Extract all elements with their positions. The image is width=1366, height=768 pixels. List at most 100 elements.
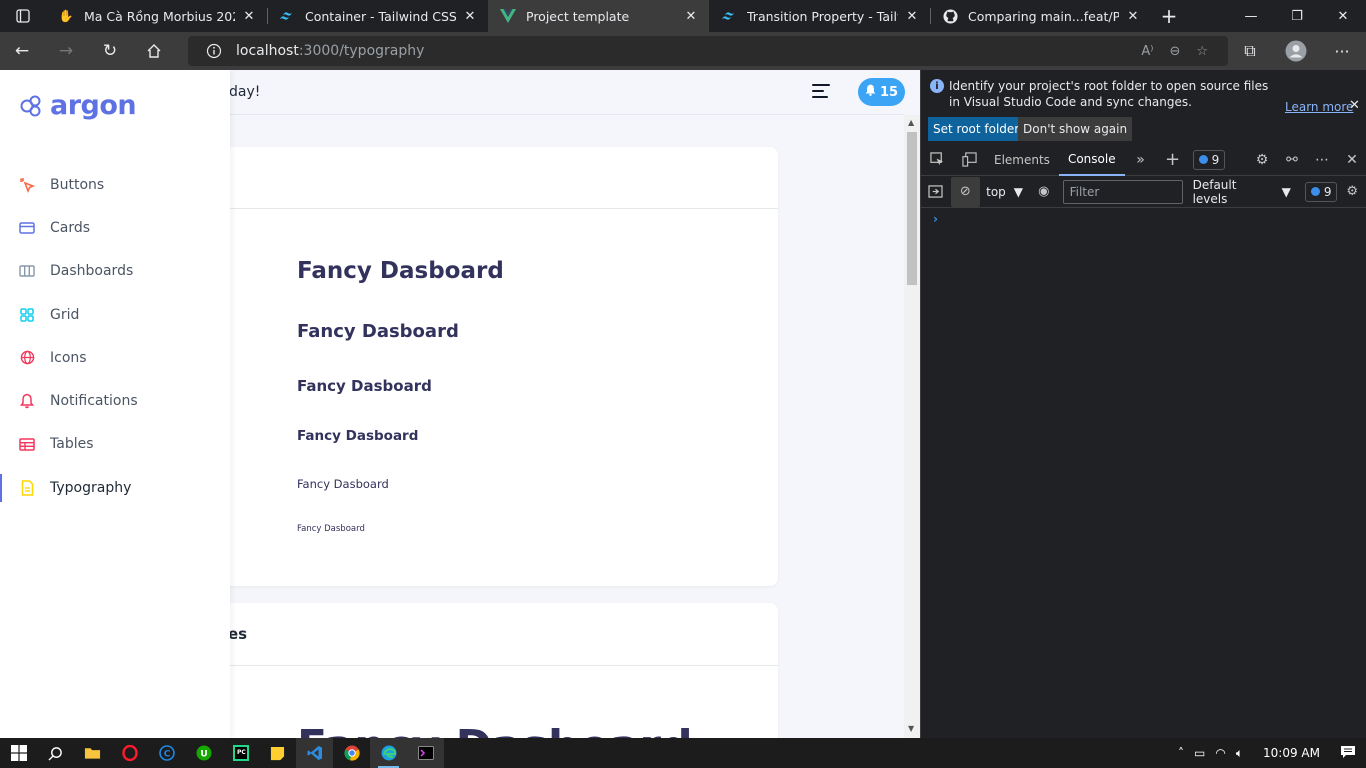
read-aloud-icon[interactable]: A⁾: [1141, 44, 1153, 59]
greeting-text: day!: [229, 84, 261, 100]
plus-icon[interactable]: +: [1157, 144, 1189, 176]
tab-console[interactable]: Console: [1058, 144, 1125, 176]
search-icon[interactable]: [37, 738, 74, 768]
terminal-icon[interactable]: [407, 738, 444, 768]
console-issues-badge[interactable]: 9: [1304, 181, 1338, 202]
sidebar-item-grid[interactable]: Grid: [0, 293, 230, 336]
sticky-notes-icon[interactable]: [259, 738, 296, 768]
close-icon[interactable]: ✕: [1125, 8, 1141, 24]
set-root-folder-button[interactable]: Set root folder: [928, 117, 1025, 141]
windows-start-icon[interactable]: [0, 738, 37, 768]
heading-h4-sample: Fancy Dasboard: [297, 428, 419, 444]
console-output[interactable]: ›: [921, 208, 1366, 738]
info-circle-icon[interactable]: [206, 43, 222, 59]
sidebar-item-tables[interactable]: Tables: [0, 423, 230, 466]
reload-button[interactable]: ↻: [88, 32, 132, 70]
more-options-icon[interactable]: ⋯: [1307, 144, 1337, 176]
collections-icon[interactable]: ⧉: [1234, 35, 1266, 67]
volume-icon[interactable]: 🔈︎: [1236, 746, 1243, 761]
context-value: top: [986, 184, 1006, 199]
chrome-icon[interactable]: [333, 738, 370, 768]
sidebar-item-label: Tables: [50, 436, 94, 453]
page-scrollbar[interactable]: ▲ ▼: [904, 115, 920, 738]
favorite-star-icon[interactable]: ☆: [1196, 44, 1208, 59]
browser-tab-tailwind-container[interactable]: Container - Tailwind CSS ✕: [267, 0, 488, 32]
scroll-down-icon[interactable]: ▼: [908, 724, 914, 733]
console-settings-gear-icon[interactable]: ⚙: [1337, 177, 1366, 207]
upwork-icon[interactable]: U: [185, 738, 222, 768]
taskbar-clock[interactable]: 10:09 AM: [1263, 746, 1320, 760]
back-button[interactable]: ←: [0, 32, 44, 70]
scrollbar-thumb[interactable]: [907, 132, 917, 285]
heading-h2-sample: Fancy Dasboard: [297, 321, 459, 342]
columns-icon: [19, 263, 35, 279]
sidebar-toggle-icon[interactable]: [921, 177, 951, 207]
edge-icon[interactable]: [370, 738, 407, 768]
browser-tab-morbius[interactable]: ✋ Ma Cà Rồng Morbius 2022 Fu ✕: [46, 0, 267, 32]
context-selector[interactable]: top ▼: [980, 185, 1029, 199]
heading-h6-sample: Fancy Dasboard: [297, 524, 365, 534]
device-toolbar-icon[interactable]: [953, 144, 985, 176]
sidebar-item-typography[interactable]: Typography: [0, 466, 230, 509]
more-menu-icon[interactable]: ···: [1326, 35, 1358, 67]
log-levels-dropdown[interactable]: Default levels ▼: [1193, 178, 1291, 206]
battery-icon[interactable]: ▭: [1194, 746, 1205, 760]
inspect-element-icon[interactable]: [921, 144, 953, 176]
sidebar-item-cards[interactable]: Cards: [0, 206, 230, 249]
argon-logo[interactable]: argon: [20, 90, 137, 121]
home-button[interactable]: [132, 32, 176, 70]
sidebar-nav: Buttons Cards Dashboards Grid Icons Noti…: [0, 163, 230, 509]
browser-tab-transition-property[interactable]: Transition Property - Tailwind ✕: [709, 0, 930, 32]
tab-elements[interactable]: Elements: [985, 144, 1059, 176]
close-icon[interactable]: ✕: [241, 8, 257, 24]
tab-actions-button[interactable]: [0, 0, 46, 32]
hamburger-menu-icon[interactable]: [812, 84, 830, 100]
console-filterbar: ⊘ top ▼ ◉ Default levels ▼ 9 ⚙: [921, 176, 1366, 208]
learn-more-link[interactable]: Learn more: [1285, 100, 1353, 114]
sidebar-item-notifications[interactable]: Notifications: [0, 379, 230, 422]
minimize-icon[interactable]: —: [1228, 0, 1274, 32]
close-icon[interactable]: ✕: [904, 8, 920, 24]
pycharm-icon[interactable]: PC: [222, 738, 259, 768]
new-tab-button[interactable]: +: [1151, 0, 1187, 32]
settings-gear-icon[interactable]: ⚙: [1247, 144, 1277, 176]
address-bar[interactable]: localhost:3000/typography A⁾ ⊖ ☆: [188, 36, 1228, 66]
restore-icon[interactable]: ❐: [1274, 0, 1320, 32]
sidebar-item-buttons[interactable]: Buttons: [0, 163, 230, 206]
browser-tab-project-template[interactable]: Project template ✕: [488, 0, 709, 32]
browser-tab-github-compare[interactable]: Comparing main...feat/PT-69 ✕: [930, 0, 1151, 32]
customize-icon[interactable]: ⚯: [1277, 144, 1307, 176]
issues-badge[interactable]: 9: [1192, 149, 1226, 170]
bell-icon: [865, 84, 876, 100]
coccoc-browser-icon[interactable]: C: [148, 738, 185, 768]
close-icon[interactable]: ✕: [1349, 98, 1360, 113]
zoom-out-icon[interactable]: ⊖: [1169, 44, 1180, 59]
file-explorer-icon[interactable]: [74, 738, 111, 768]
more-tabs-icon[interactable]: »: [1125, 144, 1157, 176]
dont-show-again-button[interactable]: Don't show again: [1018, 117, 1133, 141]
chevron-up-icon[interactable]: ˄: [1178, 746, 1184, 760]
document-icon: [19, 479, 35, 496]
profile-avatar[interactable]: [1280, 35, 1312, 67]
console-filter-input[interactable]: [1062, 179, 1183, 204]
close-window-icon[interactable]: ✕: [1320, 0, 1366, 32]
forward-button[interactable]: →: [44, 32, 88, 70]
wifi-icon[interactable]: ◠: [1215, 746, 1225, 760]
sidebar-item-icons[interactable]: Icons: [0, 336, 230, 379]
credit-card-icon: [19, 220, 35, 236]
close-devtools-icon[interactable]: ✕: [1337, 144, 1366, 176]
action-center-icon[interactable]: [1340, 745, 1356, 762]
close-icon[interactable]: ✕: [683, 8, 699, 24]
sidebar-item-dashboards[interactable]: Dashboards: [0, 250, 230, 293]
clear-console-icon[interactable]: ⊘: [950, 176, 981, 207]
live-expression-eye-icon[interactable]: ◉: [1029, 177, 1059, 207]
vscode-icon[interactable]: [296, 738, 333, 768]
browser-actions: ⧉ ···: [1234, 32, 1358, 70]
sidebar-item-label: Buttons: [50, 176, 105, 193]
close-icon[interactable]: ✕: [462, 8, 478, 24]
scroll-up-icon[interactable]: ▲: [908, 118, 914, 127]
notification-button[interactable]: 15: [858, 78, 905, 106]
heading-h5-sample: Fancy Dasboard: [297, 477, 389, 491]
opera-icon[interactable]: [111, 738, 148, 768]
tailwind-icon: [279, 8, 295, 24]
